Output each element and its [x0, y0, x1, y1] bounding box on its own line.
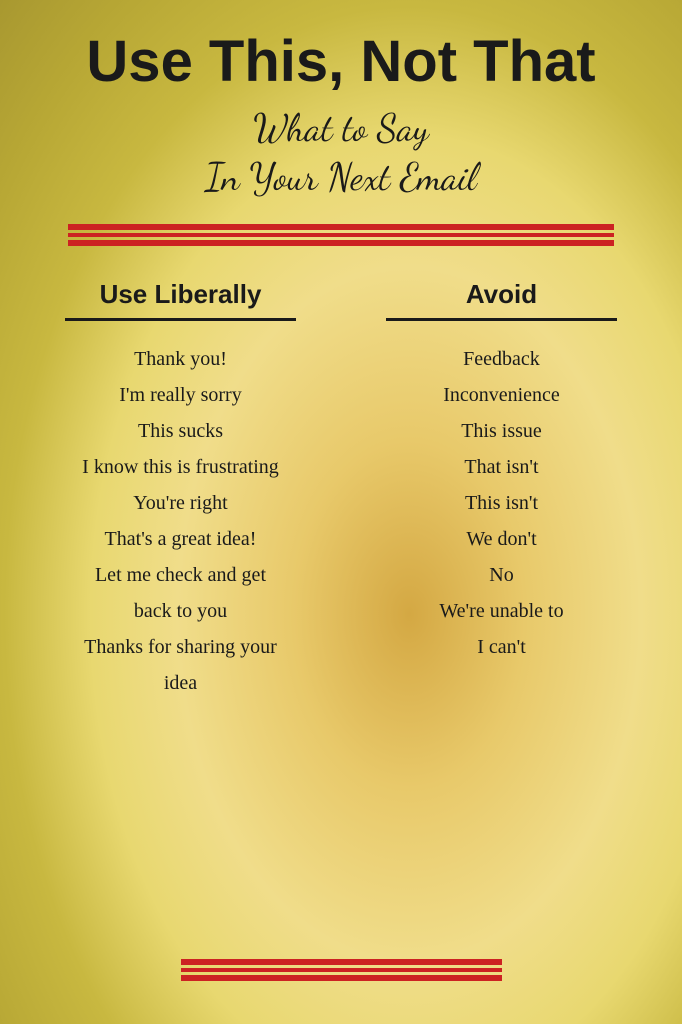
- list-item: We don't: [439, 521, 563, 557]
- subtitle-line1: What to Say: [253, 105, 429, 151]
- subtitle-line2: In Your Next Email: [205, 154, 476, 200]
- list-item: That isn't: [439, 449, 563, 485]
- list-item: No: [439, 557, 563, 593]
- avoid-column: Avoid Feedback Inconvenience This issue …: [357, 279, 646, 956]
- page-background: Use This, Not That What to Say In Your N…: [0, 0, 682, 1024]
- list-item: Let me check and get: [82, 557, 279, 593]
- list-item: This sucks: [82, 413, 279, 449]
- divider-line-2: [68, 233, 614, 237]
- list-item: Thanks for sharing your: [82, 629, 279, 665]
- content-columns: Use Liberally Thank you! I'm really sorr…: [20, 279, 662, 956]
- list-item: I know this is frustrating: [82, 449, 279, 485]
- avoid-column-items: Feedback Inconvenience This issue That i…: [439, 341, 563, 665]
- divider-line-1: [68, 224, 614, 230]
- list-item: You're right: [82, 485, 279, 521]
- list-item: That's a great idea!: [82, 521, 279, 557]
- top-divider: [68, 221, 614, 249]
- bottom-divider-line-1: [181, 959, 502, 965]
- avoid-column-underline: [386, 318, 617, 321]
- list-item: We're unable to: [439, 593, 563, 629]
- list-item: Inconvenience: [439, 377, 563, 413]
- list-item: I'm really sorry: [82, 377, 279, 413]
- divider-line-3: [68, 240, 614, 246]
- list-item: This isn't: [439, 485, 563, 521]
- subtitle: What to Say In Your Next Email: [205, 104, 476, 203]
- main-title: Use This, Not That: [86, 30, 595, 94]
- use-column-items: Thank you! I'm really sorry This sucks I…: [82, 341, 279, 701]
- use-column-header: Use Liberally: [100, 279, 262, 310]
- list-item: This issue: [439, 413, 563, 449]
- bottom-divider-line-2: [181, 968, 502, 972]
- list-item: back to you: [82, 593, 279, 629]
- list-item: idea: [82, 665, 279, 701]
- list-item: I can't: [439, 629, 563, 665]
- bottom-divider: [181, 956, 502, 1004]
- use-column-underline: [65, 318, 296, 321]
- list-item: Feedback: [439, 341, 563, 377]
- list-item: Thank you!: [82, 341, 279, 377]
- bottom-divider-line-3: [181, 975, 502, 981]
- use-column: Use Liberally Thank you! I'm really sorr…: [36, 279, 325, 956]
- avoid-column-header: Avoid: [466, 279, 537, 310]
